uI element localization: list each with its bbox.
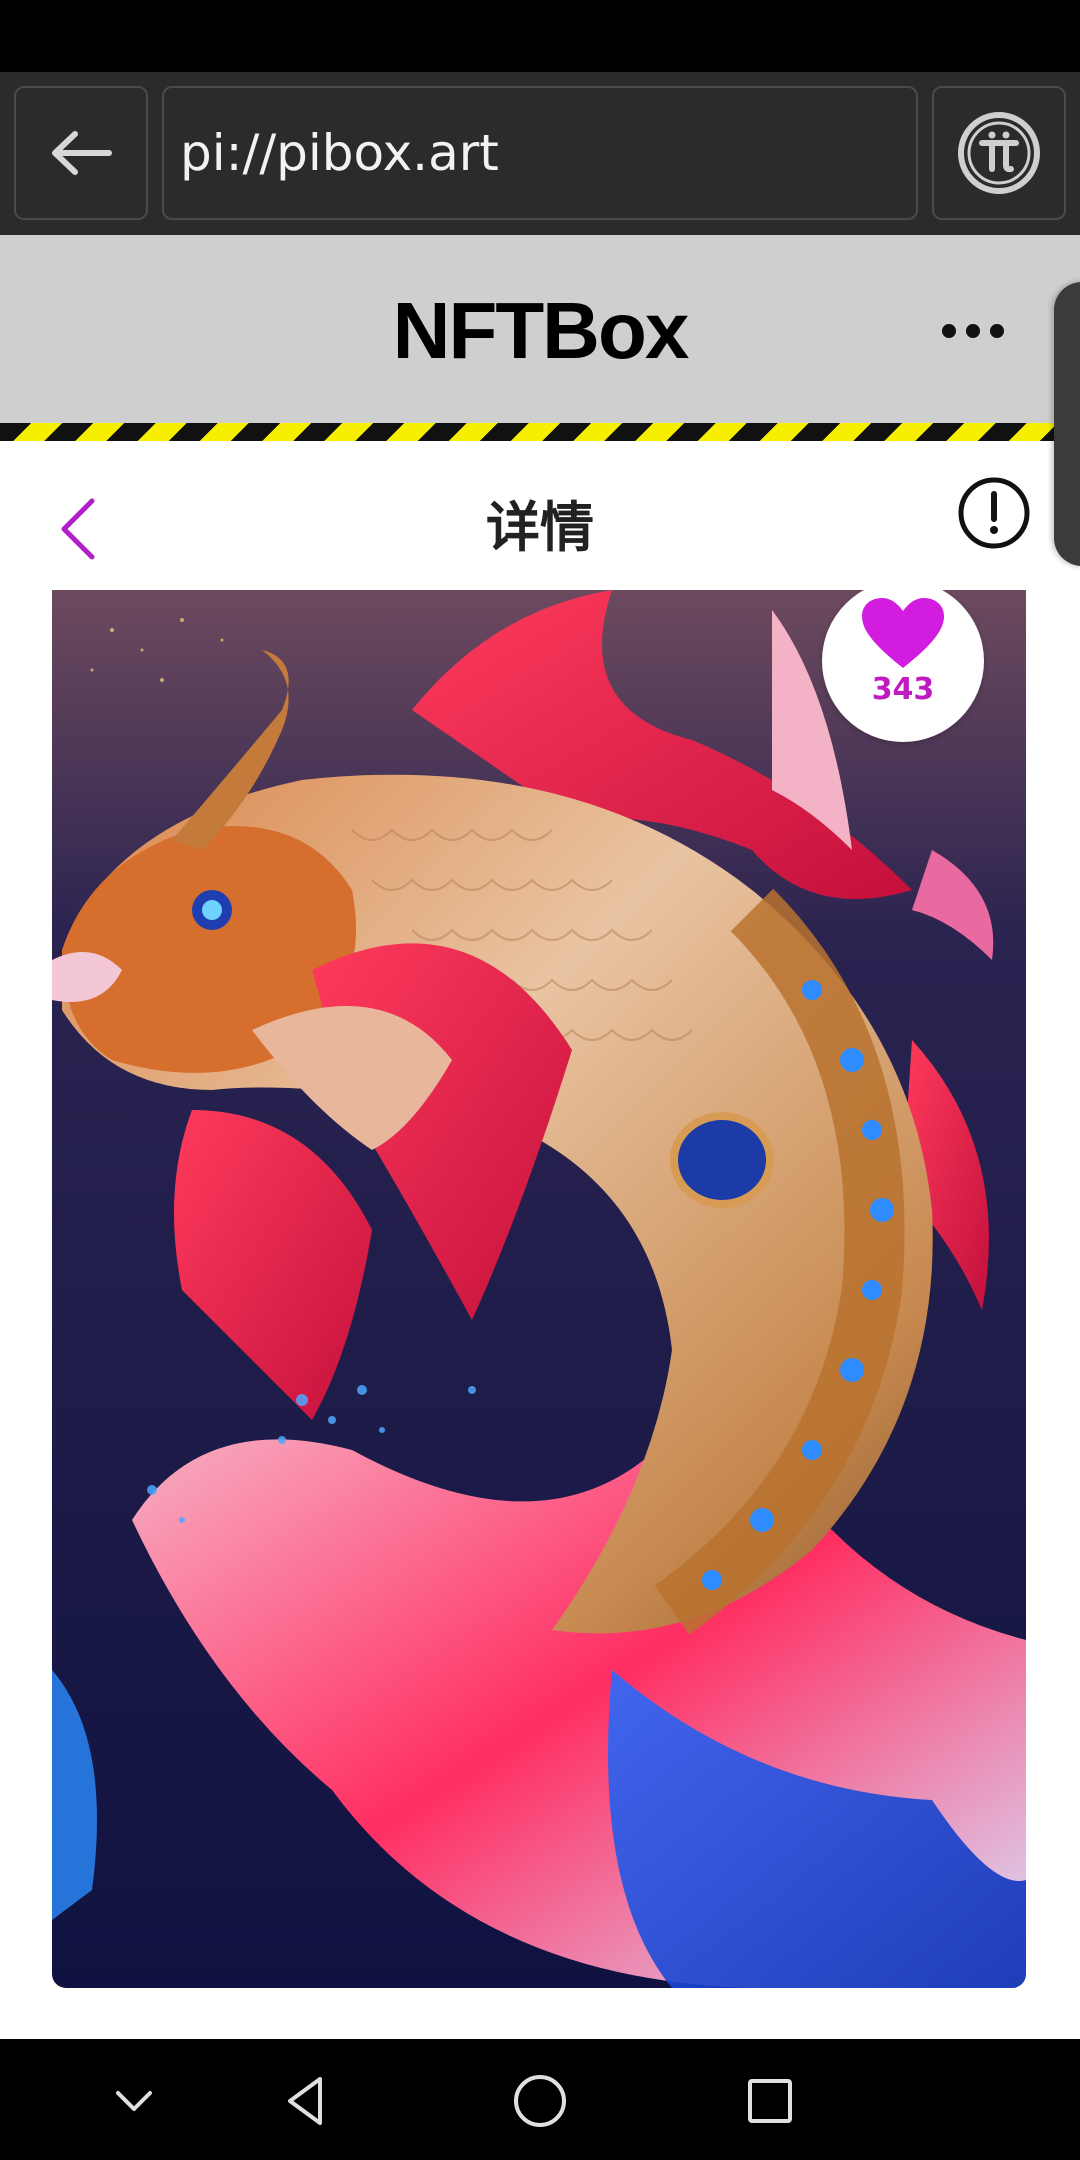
app-title: NFTBox	[392, 286, 690, 375]
heart-icon	[862, 598, 944, 668]
nav-recents-button[interactable]	[738, 2069, 802, 2133]
like-count: 343	[871, 672, 935, 707]
more-dot	[990, 324, 1004, 338]
status-bar	[0, 0, 1080, 72]
url-bar[interactable]: pi://pibox.art	[162, 86, 918, 220]
page-title: 详情	[486, 496, 594, 559]
koi-fish-artwork-image	[52, 590, 1026, 1988]
url-text: pi://pibox.art	[180, 124, 499, 182]
more-dot	[966, 324, 980, 338]
home-circle-icon	[514, 2075, 566, 2127]
pi-logo-icon	[958, 112, 1040, 194]
browser-back-button[interactable]	[14, 86, 148, 220]
chevron-down-icon	[116, 2091, 152, 2111]
nav-home-button[interactable]	[508, 2069, 572, 2133]
app-header: NFTBox	[0, 235, 1080, 423]
more-horizontal-icon	[942, 324, 956, 338]
pi-browser-button[interactable]	[932, 86, 1066, 220]
nft-artwork[interactable]: 343	[52, 590, 1026, 1988]
floating-side-tab[interactable]	[1054, 282, 1080, 566]
hazard-stripe-divider	[0, 423, 1080, 441]
browser-toolbar: pi://pibox.art	[0, 72, 1080, 235]
detail-page: 详情 343	[0, 441, 1080, 2039]
arrow-left-icon	[52, 131, 112, 175]
back-triangle-icon	[288, 2077, 322, 2125]
nav-back-button[interactable]	[276, 2069, 340, 2133]
alert-circle-icon	[958, 477, 1030, 549]
more-menu-button[interactable]	[936, 300, 1010, 360]
recents-square-icon	[748, 2079, 792, 2123]
report-info-button[interactable]	[956, 475, 1032, 551]
hide-keyboard-button[interactable]	[102, 2069, 166, 2133]
system-navigation-bar	[0, 2039, 1080, 2160]
